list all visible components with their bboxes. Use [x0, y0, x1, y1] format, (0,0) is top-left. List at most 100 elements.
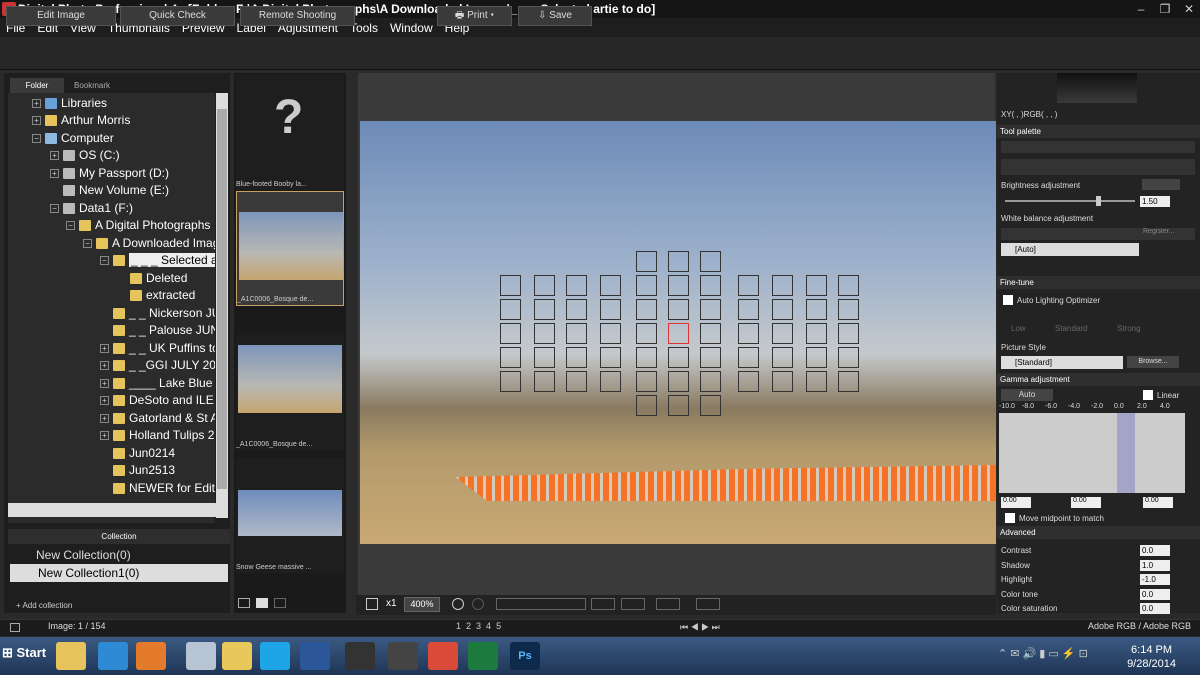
camera-icon[interactable] [388, 642, 418, 670]
word-icon[interactable] [300, 642, 330, 670]
tree-item[interactable]: + OS (C:) [50, 147, 120, 164]
expand-icon[interactable]: + [100, 414, 109, 424]
collapse-icon[interactable]: − [83, 239, 92, 249]
save-button[interactable]: ⇩ Save [518, 6, 592, 26]
print-button[interactable]: 🖶 Print ▾ [437, 6, 512, 26]
brightness-slider[interactable] [1005, 200, 1135, 202]
tree-item[interactable]: + DeSoto and ILE S [100, 392, 215, 409]
photo-viewer-icon[interactable] [222, 642, 252, 670]
thumbnail[interactable]: Snow Geese massive ... [236, 458, 344, 573]
tree-item-selected[interactable]: − _ _ _ Selected artie [100, 252, 215, 269]
tree-item[interactable]: + Gatorland & St A [100, 410, 215, 427]
add-collection-button[interactable]: + Add collection [16, 601, 72, 610]
gamma-input-1[interactable]: 0.00 [1001, 497, 1031, 508]
grid-view-icon[interactable] [10, 623, 20, 632]
excel-icon[interactable] [468, 642, 498, 670]
expand-icon[interactable]: + [100, 344, 109, 354]
remote-shooting-button[interactable]: Remote Shooting [240, 6, 355, 26]
dpp-icon[interactable] [345, 642, 375, 670]
expand-icon[interactable]: + [100, 396, 109, 406]
expand-icon[interactable]: + [100, 431, 109, 441]
tree-item[interactable]: − A Digital Photographs [66, 217, 210, 234]
gamma-curve[interactable] [999, 413, 1185, 493]
linear-checkbox[interactable] [1143, 390, 1153, 400]
tree-item[interactable]: + My Passport (D:) [50, 165, 169, 182]
tree-item[interactable]: − Computer [32, 130, 114, 147]
expand-icon[interactable]: + [100, 379, 109, 389]
reset-brightness-button[interactable] [1142, 179, 1180, 190]
rating-1[interactable]: 1 [456, 621, 461, 631]
tree-item[interactable]: Jun0214 [113, 445, 175, 462]
tab-bookmark[interactable]: Bookmark [64, 78, 120, 93]
quick-check-button[interactable]: Quick Check [120, 6, 235, 26]
skype-icon[interactable] [260, 642, 290, 670]
expand-icon[interactable]: + [32, 116, 41, 126]
tree-item[interactable]: + Holland Tulips 2 [100, 427, 214, 444]
view-mode-icon[interactable] [238, 598, 250, 608]
expand-icon[interactable]: + [50, 169, 59, 179]
view-mode-icon[interactable] [256, 598, 268, 608]
zoom-x1-button[interactable]: x1 [386, 598, 397, 609]
brightness-value[interactable]: 1.50 [1140, 196, 1170, 207]
grid-icon[interactable] [591, 598, 615, 610]
tree-item[interactable]: + _ _GGI JULY 2014 [100, 357, 215, 374]
photoshop-icon[interactable]: Ps [510, 642, 540, 670]
collapse-icon[interactable]: − [100, 256, 109, 266]
adv-value[interactable]: 0.0 [1140, 589, 1170, 600]
collapse-icon[interactable]: − [50, 204, 59, 214]
rating-3[interactable]: 3 [476, 621, 481, 631]
zoom-select[interactable]: 400% [404, 597, 440, 612]
alo-checkbox[interactable] [1003, 295, 1013, 305]
tree-item[interactable]: + _ _ UK Puffins to [100, 340, 215, 357]
tool-tabs-row2[interactable] [1001, 159, 1195, 175]
zoom-in-icon[interactable] [472, 598, 484, 610]
move-midpoint-checkbox[interactable] [1005, 513, 1015, 523]
minimize-icon[interactable]: ‒ [1130, 0, 1152, 18]
display-options[interactable] [496, 598, 586, 610]
gamma-input-3[interactable]: 0.00 [1143, 497, 1173, 508]
tree-item[interactable]: extracted [130, 287, 195, 304]
thumbnail-selected[interactable]: _A1C0006_Bosque de... [236, 191, 344, 306]
browse-button[interactable]: Browse... [1127, 356, 1179, 368]
register-button[interactable]: Register... [1143, 228, 1175, 235]
edit-image-button[interactable]: Edit Image [6, 6, 116, 26]
fit-icon[interactable] [366, 598, 378, 610]
tree-item[interactable]: + ____ Lake Blue Cy [100, 375, 215, 392]
tree-item[interactable]: + Arthur Morris [32, 112, 130, 129]
adv-value[interactable]: -1.0 [1140, 574, 1170, 585]
ie-icon[interactable] [98, 642, 128, 670]
tool-tabs-row1[interactable] [1001, 141, 1195, 153]
af-point-icon[interactable] [621, 598, 645, 610]
tree-item[interactable]: Jun2513 [113, 462, 175, 479]
tree-item[interactable]: _ _ Palouse JUNE [113, 322, 215, 339]
gamma-auto-button[interactable]: Auto [1001, 389, 1053, 401]
collapse-icon[interactable]: − [32, 134, 41, 144]
main-photo[interactable] [360, 121, 996, 544]
rating-5[interactable]: 5 [496, 621, 501, 631]
zoom-out-icon[interactable] [452, 598, 464, 610]
collapse-icon[interactable]: − [66, 221, 75, 231]
collection-item[interactable]: New Collection(0) [8, 546, 230, 564]
restore-icon[interactable]: ❐ [1154, 0, 1176, 18]
nav-buttons[interactable]: ⏮ ◀ ▶ ⏭ [680, 622, 720, 633]
rating-4[interactable]: 4 [486, 621, 491, 631]
tree-item[interactable]: _ _ Nickerson JUL [113, 305, 215, 322]
thumbnail[interactable]: _A1C0006_Bosque de... [236, 335, 344, 450]
brightness-slider-knob[interactable] [1096, 196, 1101, 206]
tab-folder[interactable]: Folder [10, 78, 64, 93]
thumbnail[interactable]: ? Blue-footed Booby la... [236, 75, 344, 190]
menu-window[interactable]: Window [384, 21, 439, 35]
highlight-icon[interactable] [656, 598, 680, 610]
tree-item[interactable]: + Libraries [32, 95, 107, 112]
tree-item[interactable]: NEWER for Editin [113, 480, 215, 497]
gamma-input-2[interactable]: 0.00 [1071, 497, 1101, 508]
adv-value[interactable]: 0.0 [1140, 603, 1170, 614]
rating-2[interactable]: 2 [466, 621, 471, 631]
expand-icon[interactable]: + [32, 99, 41, 109]
tree-item[interactable]: New Volume (E:) [63, 182, 169, 199]
expand-icon[interactable]: + [100, 361, 109, 371]
tree-item[interactable]: − A Downloaded Imag [83, 235, 215, 252]
collection-item-selected[interactable]: New Collection1(0) [10, 564, 228, 582]
tree-item[interactable]: − Data1 (F:) [50, 200, 133, 217]
media-icon[interactable] [136, 642, 166, 670]
